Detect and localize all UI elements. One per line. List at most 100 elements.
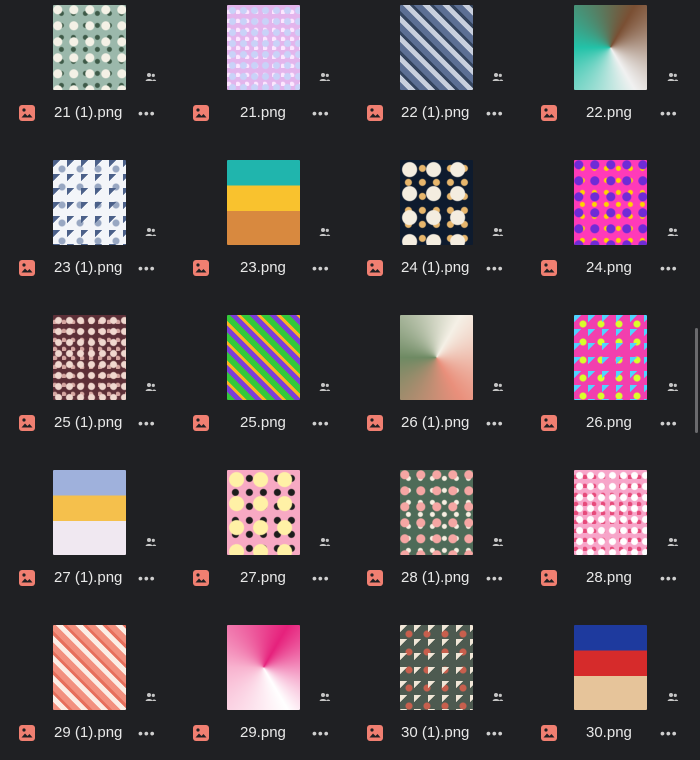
- shared-people-icon: [667, 691, 679, 703]
- file-thumbnail[interactable]: [53, 625, 126, 710]
- file-name[interactable]: 25 (1).png: [54, 414, 122, 432]
- more-options-icon[interactable]: •••: [312, 414, 330, 432]
- file-name[interactable]: 29 (1).png: [54, 724, 122, 742]
- file-name[interactable]: 21.png: [240, 104, 286, 122]
- file-name[interactable]: 22 (1).png: [401, 104, 469, 122]
- more-options-icon[interactable]: •••: [660, 724, 678, 742]
- file-name[interactable]: 21 (1).png: [54, 104, 122, 122]
- image-file-icon: [18, 724, 36, 742]
- more-options-icon[interactable]: •••: [486, 414, 504, 432]
- file-name[interactable]: 28 (1).png: [401, 569, 469, 587]
- file-thumbnail[interactable]: [400, 5, 473, 90]
- image-file-icon: [18, 259, 36, 277]
- more-options-icon[interactable]: •••: [486, 259, 504, 277]
- shared-people-icon: [492, 226, 504, 238]
- shared-people-icon: [492, 536, 504, 548]
- file-thumbnail[interactable]: [400, 470, 473, 555]
- file-thumbnail[interactable]: [227, 160, 300, 245]
- file-name[interactable]: 29.png: [240, 724, 286, 742]
- file-thumbnail[interactable]: [53, 5, 126, 90]
- file-thumbnail[interactable]: [53, 470, 126, 555]
- shared-people-icon: [667, 71, 679, 83]
- more-options-icon[interactable]: •••: [138, 414, 156, 432]
- more-options-icon[interactable]: •••: [312, 724, 330, 742]
- more-options-icon[interactable]: •••: [138, 724, 156, 742]
- image-file-icon: [366, 414, 384, 432]
- image-file-icon: [192, 259, 210, 277]
- more-options-icon[interactable]: •••: [138, 259, 156, 277]
- shared-people-icon: [492, 691, 504, 703]
- scrollbar[interactable]: [695, 328, 698, 433]
- file-thumbnail[interactable]: [53, 160, 126, 245]
- file-name[interactable]: 26 (1).png: [401, 414, 469, 432]
- more-options-icon[interactable]: •••: [660, 104, 678, 122]
- image-file-icon: [366, 104, 384, 122]
- more-options-icon[interactable]: •••: [312, 259, 330, 277]
- more-options-icon[interactable]: •••: [660, 414, 678, 432]
- more-options-icon[interactable]: •••: [486, 104, 504, 122]
- shared-people-icon: [667, 536, 679, 548]
- more-options-icon[interactable]: •••: [138, 569, 156, 587]
- file-name[interactable]: 23.png: [240, 259, 286, 277]
- shared-people-icon: [319, 226, 331, 238]
- image-file-icon: [366, 724, 384, 742]
- shared-people-icon: [319, 691, 331, 703]
- file-name[interactable]: 22.png: [586, 104, 632, 122]
- more-options-icon[interactable]: •••: [312, 104, 330, 122]
- file-name[interactable]: 24 (1).png: [401, 259, 469, 277]
- file-thumbnail[interactable]: [400, 160, 473, 245]
- file-grid: 21 (1).png ••• 21.png ••• 22 (1).png ••• 22…: [0, 0, 700, 760]
- shared-people-icon: [145, 381, 157, 393]
- file-name[interactable]: 24.png: [586, 259, 632, 277]
- image-file-icon: [540, 259, 558, 277]
- file-name[interactable]: 30.png: [586, 724, 632, 742]
- image-file-icon: [540, 724, 558, 742]
- file-name[interactable]: 26.png: [586, 414, 632, 432]
- shared-people-icon: [667, 381, 679, 393]
- image-file-icon: [18, 414, 36, 432]
- more-options-icon[interactable]: •••: [486, 724, 504, 742]
- image-file-icon: [192, 724, 210, 742]
- image-file-icon: [540, 414, 558, 432]
- file-name[interactable]: 27.png: [240, 569, 286, 587]
- more-options-icon[interactable]: •••: [312, 569, 330, 587]
- file-name[interactable]: 23 (1).png: [54, 259, 122, 277]
- file-thumbnail[interactable]: [53, 315, 126, 400]
- file-thumbnail[interactable]: [574, 160, 647, 245]
- file-thumbnail[interactable]: [574, 5, 647, 90]
- file-thumbnail[interactable]: [400, 315, 473, 400]
- shared-people-icon: [667, 226, 679, 238]
- image-file-icon: [366, 569, 384, 587]
- file-thumbnail[interactable]: [400, 625, 473, 710]
- image-file-icon: [192, 414, 210, 432]
- shared-people-icon: [319, 381, 331, 393]
- more-options-icon[interactable]: •••: [660, 569, 678, 587]
- file-name[interactable]: 27 (1).png: [54, 569, 122, 587]
- shared-people-icon: [319, 536, 331, 548]
- file-name[interactable]: 30 (1).png: [401, 724, 469, 742]
- shared-people-icon: [145, 536, 157, 548]
- file-name[interactable]: 28.png: [586, 569, 632, 587]
- image-file-icon: [18, 569, 36, 587]
- file-thumbnail[interactable]: [227, 470, 300, 555]
- file-thumbnail[interactable]: [574, 625, 647, 710]
- more-options-icon[interactable]: •••: [486, 569, 504, 587]
- file-name[interactable]: 25.png: [240, 414, 286, 432]
- more-options-icon[interactable]: •••: [138, 104, 156, 122]
- shared-people-icon: [145, 71, 157, 83]
- shared-people-icon: [145, 691, 157, 703]
- image-file-icon: [366, 259, 384, 277]
- image-file-icon: [192, 104, 210, 122]
- shared-people-icon: [319, 71, 331, 83]
- image-file-icon: [540, 569, 558, 587]
- file-thumbnail[interactable]: [227, 315, 300, 400]
- file-thumbnail[interactable]: [574, 315, 647, 400]
- more-options-icon[interactable]: •••: [660, 259, 678, 277]
- file-thumbnail[interactable]: [227, 625, 300, 710]
- image-file-icon: [540, 104, 558, 122]
- shared-people-icon: [492, 381, 504, 393]
- shared-people-icon: [145, 226, 157, 238]
- file-thumbnail[interactable]: [227, 5, 300, 90]
- image-file-icon: [18, 104, 36, 122]
- file-thumbnail[interactable]: [574, 470, 647, 555]
